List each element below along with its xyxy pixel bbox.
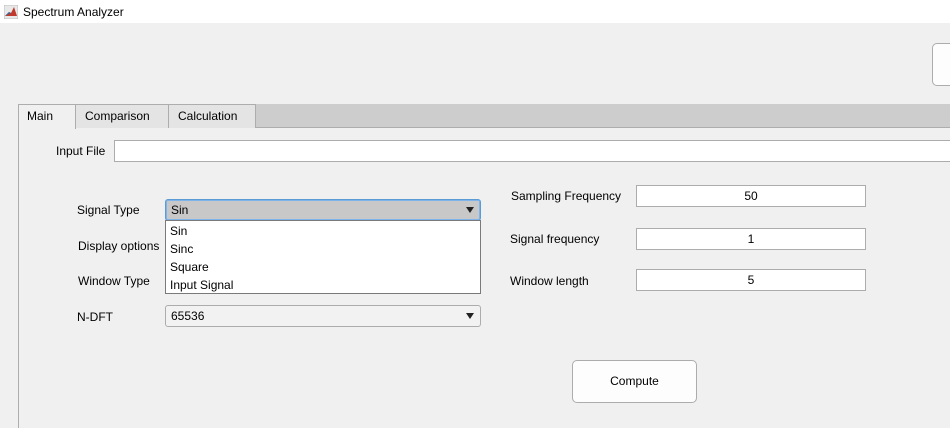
top-right-button[interactable] [932, 43, 950, 86]
matlab-icon [4, 5, 18, 19]
tab-main[interactable]: Main [18, 104, 76, 129]
window-length-field[interactable]: 5 [636, 269, 866, 291]
window-type-label: Window Type [78, 274, 150, 288]
dropdown-arrow-icon [466, 207, 474, 213]
ndft-label: N-DFT [77, 310, 113, 324]
input-file-label: Input File [56, 144, 106, 158]
signal-type-dropdown[interactable]: Sin [165, 199, 481, 221]
sampling-frequency-label: Sampling Frequency [511, 189, 622, 203]
dropdown-arrow-icon [466, 313, 474, 319]
signal-type-selected: Sin [171, 203, 189, 217]
ndft-selected: 65536 [171, 309, 205, 323]
input-file-field[interactable] [114, 140, 950, 162]
option-input-signal[interactable]: Input Signal [166, 276, 480, 294]
ndft-dropdown[interactable]: 65536 [165, 305, 481, 327]
compute-button[interactable]: Compute [572, 360, 697, 403]
option-sinc[interactable]: Sinc [166, 240, 480, 258]
signal-type-options-list: Sin Sinc Square Input Signal [165, 220, 481, 294]
sampling-frequency-field[interactable]: 50 [636, 185, 866, 207]
signal-frequency-field[interactable]: 1 [636, 228, 866, 250]
signal-type-label: Signal Type [77, 203, 140, 217]
window-title: Spectrum Analyzer [23, 5, 124, 19]
option-sin[interactable]: Sin [166, 222, 480, 240]
option-square[interactable]: Square [166, 258, 480, 276]
window-length-label: Window length [510, 274, 589, 288]
title-bar: Spectrum Analyzer [0, 0, 950, 23]
display-options-label: Display options [78, 239, 160, 253]
tab-comparison[interactable]: Comparison [75, 104, 169, 128]
tab-calculation[interactable]: Calculation [168, 104, 256, 128]
signal-frequency-label: Signal frequency [510, 232, 600, 246]
app-window: Spectrum Analyzer Main Comparison Calcul… [0, 0, 950, 428]
